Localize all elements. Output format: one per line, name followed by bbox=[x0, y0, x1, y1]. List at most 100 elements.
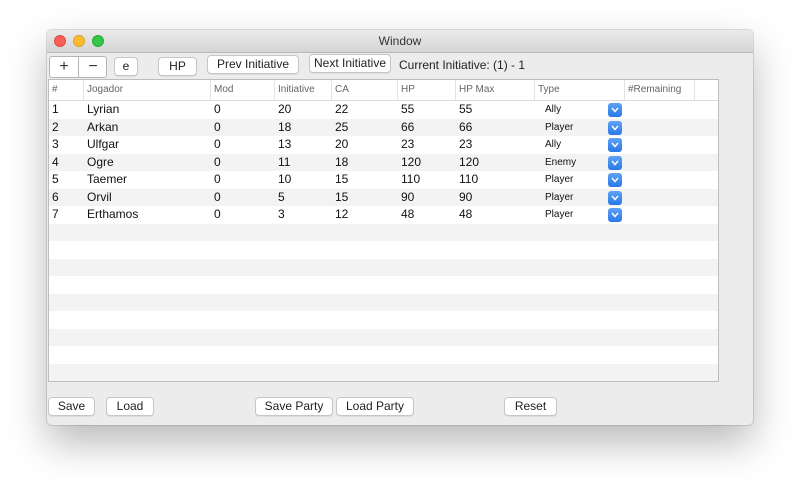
type-select[interactable]: Player bbox=[538, 171, 625, 189]
load-party-button[interactable]: Load Party bbox=[336, 397, 414, 416]
row-stripe bbox=[49, 241, 718, 259]
cell-ca[interactable]: 22 bbox=[332, 101, 398, 119]
cell-number[interactable]: 1 bbox=[49, 101, 84, 119]
cell-hp[interactable]: 23 bbox=[398, 136, 456, 154]
cell-hp-max[interactable]: 66 bbox=[456, 119, 535, 137]
cell-initiative[interactable]: 18 bbox=[275, 119, 332, 137]
cell-ca[interactable]: 15 bbox=[332, 171, 398, 189]
table-row[interactable]: 6 Orvil 0 5 15 90 90 Player bbox=[49, 189, 718, 207]
cell-player[interactable]: Orvil bbox=[84, 189, 211, 207]
cell-hp[interactable]: 66 bbox=[398, 119, 456, 137]
table-row[interactable]: 2 Arkan 0 18 25 66 66 Player bbox=[49, 119, 718, 137]
column-header-remaining[interactable]: #Remaining bbox=[625, 80, 695, 100]
cell-player[interactable]: Ogre bbox=[84, 154, 211, 172]
cell-player[interactable]: Ulfgar bbox=[84, 136, 211, 154]
column-header-initiative[interactable]: Initiative bbox=[275, 80, 332, 100]
cell-initiative[interactable]: 3 bbox=[275, 206, 332, 224]
cell-hp-max[interactable]: 110 bbox=[456, 171, 535, 189]
title-bar[interactable]: Window bbox=[47, 30, 753, 53]
table-row[interactable]: 3 Ulfgar 0 13 20 23 23 Ally bbox=[49, 136, 718, 154]
cell-number[interactable]: 5 bbox=[49, 171, 84, 189]
remove-row-button[interactable]: − bbox=[79, 57, 107, 77]
add-row-button[interactable]: + bbox=[50, 57, 78, 77]
e-button[interactable]: e bbox=[114, 57, 138, 76]
cell-mod[interactable]: 0 bbox=[211, 119, 275, 137]
cell-number[interactable]: 7 bbox=[49, 206, 84, 224]
column-header-ca[interactable]: CA bbox=[332, 80, 398, 100]
cell-hp-max[interactable]: 55 bbox=[456, 101, 535, 119]
cell-hp[interactable]: 90 bbox=[398, 189, 456, 207]
cell-player[interactable]: Arkan bbox=[84, 119, 211, 137]
column-header-hp-max[interactable]: HP Max bbox=[456, 80, 535, 100]
app-window: Window + − e HP Prev Initiative Next Ini… bbox=[47, 30, 753, 425]
window-title: Window bbox=[378, 34, 422, 48]
cell-mod[interactable]: 0 bbox=[211, 171, 275, 189]
cell-hp[interactable]: 110 bbox=[398, 171, 456, 189]
cell-mod[interactable]: 0 bbox=[211, 154, 275, 172]
cell-ca[interactable]: 18 bbox=[332, 154, 398, 172]
cell-number[interactable]: 4 bbox=[49, 154, 84, 172]
cell-initiative[interactable]: 10 bbox=[275, 171, 332, 189]
table-header: # Jogador Mod Initiative CA HP HP Max Ty… bbox=[49, 80, 718, 101]
column-header-player[interactable]: Jogador bbox=[84, 80, 211, 100]
save-party-button[interactable]: Save Party bbox=[255, 397, 333, 416]
column-header-hp[interactable]: HP bbox=[398, 80, 456, 100]
cell-mod[interactable]: 0 bbox=[211, 189, 275, 207]
type-select[interactable]: Player bbox=[538, 206, 625, 224]
chevron-down-icon[interactable] bbox=[608, 138, 622, 152]
type-select[interactable]: Ally bbox=[538, 136, 625, 154]
column-header-type[interactable]: Type bbox=[535, 80, 625, 100]
cell-ca[interactable]: 25 bbox=[332, 119, 398, 137]
cell-hp[interactable]: 120 bbox=[398, 154, 456, 172]
chevron-down-icon[interactable] bbox=[608, 103, 622, 117]
cell-initiative[interactable]: 11 bbox=[275, 154, 332, 172]
chevron-down-icon[interactable] bbox=[608, 155, 622, 170]
cell-hp[interactable]: 48 bbox=[398, 206, 456, 224]
chevron-down-icon[interactable] bbox=[608, 190, 622, 205]
hp-button[interactable]: HP bbox=[158, 57, 197, 76]
table-row[interactable]: 7 Erthamos 0 3 12 48 48 Player bbox=[49, 206, 718, 224]
cell-player[interactable]: Lyrian bbox=[84, 101, 211, 119]
chevron-down-icon[interactable] bbox=[608, 208, 622, 222]
cell-initiative[interactable]: 13 bbox=[275, 136, 332, 154]
cell-ca[interactable]: 15 bbox=[332, 189, 398, 207]
cell-mod[interactable]: 0 bbox=[211, 206, 275, 224]
reset-button[interactable]: Reset bbox=[504, 397, 557, 416]
type-select-value: Player bbox=[545, 191, 574, 203]
initiative-table[interactable]: # Jogador Mod Initiative CA HP HP Max Ty… bbox=[48, 79, 719, 382]
column-header-number[interactable]: # bbox=[49, 80, 84, 100]
row-stripe bbox=[49, 311, 718, 329]
chevron-down-icon[interactable] bbox=[608, 120, 622, 135]
cell-ca[interactable]: 20 bbox=[332, 136, 398, 154]
next-initiative-button[interactable]: Next Initiative bbox=[309, 54, 391, 73]
cell-hp-max[interactable]: 48 bbox=[456, 206, 535, 224]
prev-initiative-button[interactable]: Prev Initiative bbox=[207, 55, 299, 74]
cell-initiative[interactable]: 20 bbox=[275, 101, 332, 119]
cell-player[interactable]: Taemer bbox=[84, 171, 211, 189]
cell-hp-max[interactable]: 90 bbox=[456, 189, 535, 207]
cell-number[interactable]: 3 bbox=[49, 136, 84, 154]
row-stripe bbox=[49, 328, 718, 346]
cell-mod[interactable]: 0 bbox=[211, 101, 275, 119]
type-select-value: Enemy bbox=[545, 156, 577, 168]
table-row[interactable]: 4 Ogre 0 11 18 120 120 Enemy bbox=[49, 154, 718, 172]
cell-hp-max[interactable]: 120 bbox=[456, 154, 535, 172]
cell-number[interactable]: 6 bbox=[49, 189, 84, 207]
save-button[interactable]: Save bbox=[48, 397, 95, 416]
chevron-down-icon[interactable] bbox=[608, 173, 622, 187]
cell-initiative[interactable]: 5 bbox=[275, 189, 332, 207]
load-button[interactable]: Load bbox=[106, 397, 154, 416]
cell-mod[interactable]: 0 bbox=[211, 136, 275, 154]
table-row[interactable]: 1 Lyrian 0 20 22 55 55 Ally bbox=[49, 101, 718, 119]
column-header-mod[interactable]: Mod bbox=[211, 80, 275, 100]
cell-player[interactable]: Erthamos bbox=[84, 206, 211, 224]
cell-hp-max[interactable]: 23 bbox=[456, 136, 535, 154]
type-select[interactable]: Player bbox=[538, 119, 625, 137]
type-select[interactable]: Enemy bbox=[538, 154, 625, 172]
cell-hp[interactable]: 55 bbox=[398, 101, 456, 119]
type-select[interactable]: Player bbox=[538, 189, 625, 207]
cell-number[interactable]: 2 bbox=[49, 119, 84, 137]
table-row[interactable]: 5 Taemer 0 10 15 110 110 Player bbox=[49, 171, 718, 189]
type-select[interactable]: Ally bbox=[538, 101, 625, 119]
cell-ca[interactable]: 12 bbox=[332, 206, 398, 224]
